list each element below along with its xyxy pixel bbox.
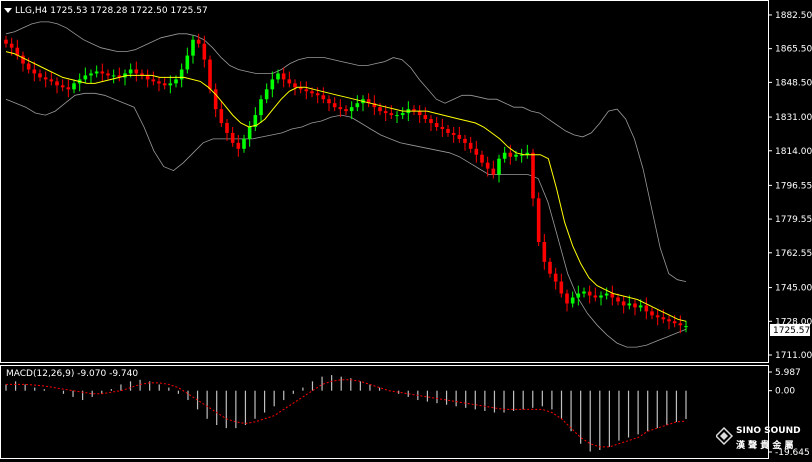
price-tick-label: 1711.00 — [775, 351, 812, 361]
symbol-header: LLG,H4 1725.53 1728.28 1722.50 1725.57 — [4, 6, 208, 16]
macd-tick-label: 0.00 — [775, 387, 795, 397]
main-pane — [0, 0, 769, 363]
sino-sound-logo: SINO SOUND 漢 聲 貴 金 屬 — [714, 426, 808, 458]
price-tick-label: 1882.50 — [775, 11, 812, 21]
candle[interactable] — [536, 192, 541, 246]
current-price-marker: 1725.57 — [770, 324, 810, 336]
current-price-label: 1725.57 — [773, 326, 810, 336]
price-tick-label: 1762.55 — [775, 249, 812, 259]
macd-label: MACD(12,26,9) -9.070 -9.740 — [6, 369, 139, 379]
logo-brand-text: SINO SOUND — [736, 426, 801, 436]
price-tick-label: 1848.50 — [775, 78, 812, 88]
logo-cjk-text: 漢 聲 貴 金 屬 — [736, 441, 794, 451]
price-tick-label: 1796.55 — [775, 181, 812, 191]
price-tick-label: 1831.00 — [775, 113, 812, 123]
price-tick-label: 1814.00 — [775, 147, 812, 157]
price-tick-label: 1745.00 — [775, 284, 812, 294]
macd-pane — [0, 365, 769, 459]
price-tick-label: 1865.50 — [775, 45, 812, 55]
triangle-down-icon[interactable] — [4, 8, 12, 13]
candle[interactable] — [531, 148, 535, 207]
symbol-info: LLG,H4 1725.53 1728.28 1722.50 1725.57 — [15, 6, 208, 16]
price-axis: 1882.50 1865.50 1848.50 1831.00 1814.00 1796.… — [768, 11, 812, 361]
price-tick-label: 1779.55 — [775, 215, 812, 225]
macd-tick-label: 5.987 — [775, 368, 801, 378]
trading-chart[interactable]: 1882.50 1865.50 1848.50 1831.00 1814.00 1796.… — [0, 0, 812, 460]
